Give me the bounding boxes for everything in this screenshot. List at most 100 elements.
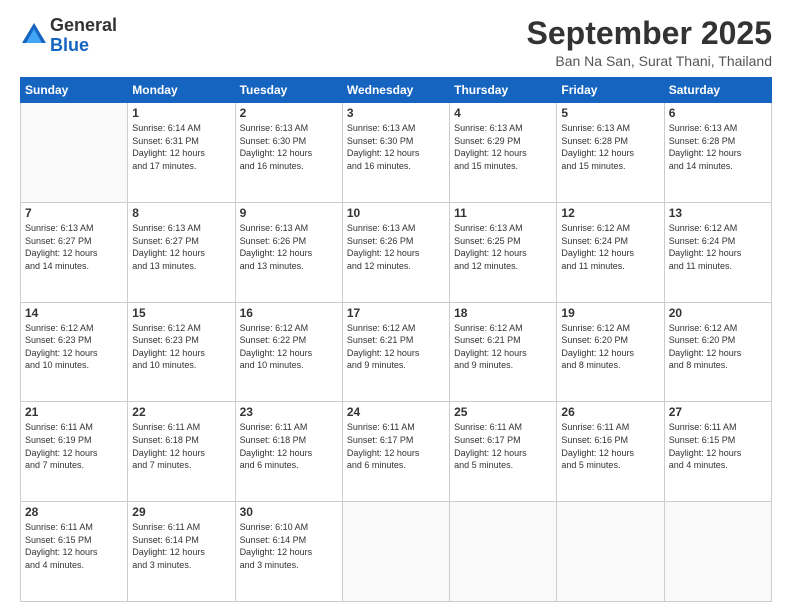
- day-number: 2: [240, 106, 338, 120]
- day-number: 22: [132, 405, 230, 419]
- day-info: Sunrise: 6:12 AM Sunset: 6:24 PM Dayligh…: [669, 222, 767, 272]
- day-info: Sunrise: 6:11 AM Sunset: 6:17 PM Dayligh…: [454, 421, 552, 471]
- calendar-cell: 19 Sunrise: 6:12 AM Sunset: 6:20 PM Dayli…: [557, 302, 664, 402]
- calendar-cell: 8 Sunrise: 6:13 AM Sunset: 6:27 PM Daylig…: [128, 202, 235, 302]
- calendar-cell: 11Sunrise: 6:13 AM Sunset: 6:25 PM Dayli…: [450, 202, 557, 302]
- day-number: 26: [561, 405, 659, 419]
- day-number: 13: [669, 206, 767, 220]
- calendar-cell: 30Sunrise: 6:10 AM Sunset: 6:14 PM Dayli…: [235, 502, 342, 602]
- day-info: Sunrise: 6:11 AM Sunset: 6:17 PM Dayligh…: [347, 421, 445, 471]
- calendar-week-5: 28 Sunrise: 6:11 AM Sunset: 6:15 PM Dayli…: [21, 502, 772, 602]
- day-info: Sunrise: 6:12 AM Sunset: 6:21 PM Dayligh…: [347, 322, 445, 372]
- title-block: September 2025 Ban Na San, Surat Thani, …: [527, 16, 772, 69]
- calendar-week-3: 14 Sunrise: 6:12 AM Sunset: 6:23 PM Dayli…: [21, 302, 772, 402]
- calendar-cell: 25 Sunrise: 6:11 AM Sunset: 6:17 PM Dayli…: [450, 402, 557, 502]
- logo-general: General: [50, 15, 117, 35]
- day-info: Sunrise: 6:13 AM Sunset: 6:26 PM Dayligh…: [347, 222, 445, 272]
- day-number: 8: [132, 206, 230, 220]
- calendar-cell: 18 Sunrise: 6:12 AM Sunset: 6:21 PM Dayli…: [450, 302, 557, 402]
- day-info: Sunrise: 6:13 AM Sunset: 6:28 PM Dayligh…: [669, 122, 767, 172]
- calendar-cell: 23 Sunrise: 6:11 AM Sunset: 6:18 PM Dayli…: [235, 402, 342, 502]
- day-info: Sunrise: 6:11 AM Sunset: 6:18 PM Dayligh…: [132, 421, 230, 471]
- day-info: Sunrise: 6:13 AM Sunset: 6:30 PM Dayligh…: [347, 122, 445, 172]
- day-info: Sunrise: 6:11 AM Sunset: 6:15 PM Dayligh…: [25, 521, 123, 571]
- day-number: 17: [347, 306, 445, 320]
- main-title: September 2025: [527, 16, 772, 51]
- day-number: 23: [240, 405, 338, 419]
- calendar-cell: 4 Sunrise: 6:13 AM Sunset: 6:29 PM Daylig…: [450, 103, 557, 203]
- calendar-cell: 14Sunrise: 6:12 AM Sunset: 6:23 PM Dayli…: [21, 302, 128, 402]
- day-info: Sunrise: 6:11 AM Sunset: 6:16 PM Dayligh…: [561, 421, 659, 471]
- day-number: 4: [454, 106, 552, 120]
- day-number: 14: [25, 306, 123, 320]
- calendar-cell: 16 Sunrise: 6:12 AM Sunset: 6:22 PM Dayli…: [235, 302, 342, 402]
- day-number: 24: [347, 405, 445, 419]
- day-info: Sunrise: 6:12 AM Sunset: 6:20 PM Dayligh…: [669, 322, 767, 372]
- day-info: Sunrise: 6:11 AM Sunset: 6:19 PM Dayligh…: [25, 421, 123, 471]
- logo-icon: [20, 21, 48, 49]
- calendar-cell: 20 Sunrise: 6:12 AM Sunset: 6:20 PM Dayli…: [664, 302, 771, 402]
- day-number: 7: [25, 206, 123, 220]
- calendar-cell: 26 Sunrise: 6:11 AM Sunset: 6:16 PM Dayli…: [557, 402, 664, 502]
- day-number: 25: [454, 405, 552, 419]
- calendar-header-saturday: Saturday: [664, 78, 771, 103]
- day-number: 29: [132, 505, 230, 519]
- day-info: Sunrise: 6:13 AM Sunset: 6:28 PM Dayligh…: [561, 122, 659, 172]
- header: General Blue September 2025 Ban Na San, …: [20, 16, 772, 69]
- calendar-cell: [21, 103, 128, 203]
- calendar-week-2: 7 Sunrise: 6:13 AM Sunset: 6:27 PM Daylig…: [21, 202, 772, 302]
- logo: General Blue: [20, 16, 117, 56]
- calendar-cell: 10Sunrise: 6:13 AM Sunset: 6:26 PM Dayli…: [342, 202, 449, 302]
- calendar-cell: 1Sunrise: 6:14 AM Sunset: 6:31 PM Daylig…: [128, 103, 235, 203]
- day-info: Sunrise: 6:11 AM Sunset: 6:15 PM Dayligh…: [669, 421, 767, 471]
- day-info: Sunrise: 6:13 AM Sunset: 6:29 PM Dayligh…: [454, 122, 552, 172]
- calendar-cell: [557, 502, 664, 602]
- calendar-week-4: 21 Sunrise: 6:11 AM Sunset: 6:19 PM Dayli…: [21, 402, 772, 502]
- day-number: 21: [25, 405, 123, 419]
- calendar-header-tuesday: Tuesday: [235, 78, 342, 103]
- day-info: Sunrise: 6:12 AM Sunset: 6:21 PM Dayligh…: [454, 322, 552, 372]
- calendar-cell: 28 Sunrise: 6:11 AM Sunset: 6:15 PM Dayli…: [21, 502, 128, 602]
- day-number: 11: [454, 206, 552, 220]
- day-number: 12: [561, 206, 659, 220]
- calendar-header-friday: Friday: [557, 78, 664, 103]
- calendar-cell: 2Sunrise: 6:13 AM Sunset: 6:30 PM Daylig…: [235, 103, 342, 203]
- day-number: 27: [669, 405, 767, 419]
- calendar-header-sunday: Sunday: [21, 78, 128, 103]
- calendar-cell: 9Sunrise: 6:13 AM Sunset: 6:26 PM Daylig…: [235, 202, 342, 302]
- day-info: Sunrise: 6:11 AM Sunset: 6:18 PM Dayligh…: [240, 421, 338, 471]
- calendar-cell: [342, 502, 449, 602]
- calendar-cell: 21 Sunrise: 6:11 AM Sunset: 6:19 PM Dayli…: [21, 402, 128, 502]
- calendar-cell: 29 Sunrise: 6:11 AM Sunset: 6:14 PM Dayli…: [128, 502, 235, 602]
- page: General Blue September 2025 Ban Na San, …: [0, 0, 792, 612]
- calendar-week-1: 1Sunrise: 6:14 AM Sunset: 6:31 PM Daylig…: [21, 103, 772, 203]
- day-number: 19: [561, 306, 659, 320]
- day-number: 16: [240, 306, 338, 320]
- day-info: Sunrise: 6:13 AM Sunset: 6:26 PM Dayligh…: [240, 222, 338, 272]
- sub-title: Ban Na San, Surat Thani, Thailand: [527, 53, 772, 69]
- calendar-header-thursday: Thursday: [450, 78, 557, 103]
- day-number: 3: [347, 106, 445, 120]
- calendar-cell: 3 Sunrise: 6:13 AM Sunset: 6:30 PM Daylig…: [342, 103, 449, 203]
- calendar-cell: 22 Sunrise: 6:11 AM Sunset: 6:18 PM Dayli…: [128, 402, 235, 502]
- day-number: 18: [454, 306, 552, 320]
- day-info: Sunrise: 6:13 AM Sunset: 6:27 PM Dayligh…: [132, 222, 230, 272]
- day-info: Sunrise: 6:12 AM Sunset: 6:22 PM Dayligh…: [240, 322, 338, 372]
- day-info: Sunrise: 6:12 AM Sunset: 6:23 PM Dayligh…: [132, 322, 230, 372]
- calendar-cell: 5Sunrise: 6:13 AM Sunset: 6:28 PM Daylig…: [557, 103, 664, 203]
- day-info: Sunrise: 6:12 AM Sunset: 6:24 PM Dayligh…: [561, 222, 659, 272]
- calendar-cell: 27 Sunrise: 6:11 AM Sunset: 6:15 PM Dayli…: [664, 402, 771, 502]
- calendar-cell: 12 Sunrise: 6:12 AM Sunset: 6:24 PM Dayli…: [557, 202, 664, 302]
- calendar-cell: 6Sunrise: 6:13 AM Sunset: 6:28 PM Daylig…: [664, 103, 771, 203]
- day-number: 28: [25, 505, 123, 519]
- day-info: Sunrise: 6:14 AM Sunset: 6:31 PM Dayligh…: [132, 122, 230, 172]
- day-number: 15: [132, 306, 230, 320]
- day-info: Sunrise: 6:13 AM Sunset: 6:27 PM Dayligh…: [25, 222, 123, 272]
- day-info: Sunrise: 6:11 AM Sunset: 6:14 PM Dayligh…: [132, 521, 230, 571]
- logo-blue: Blue: [50, 35, 89, 55]
- day-number: 20: [669, 306, 767, 320]
- calendar-header-wednesday: Wednesday: [342, 78, 449, 103]
- day-info: Sunrise: 6:12 AM Sunset: 6:20 PM Dayligh…: [561, 322, 659, 372]
- day-number: 30: [240, 505, 338, 519]
- calendar-header-monday: Monday: [128, 78, 235, 103]
